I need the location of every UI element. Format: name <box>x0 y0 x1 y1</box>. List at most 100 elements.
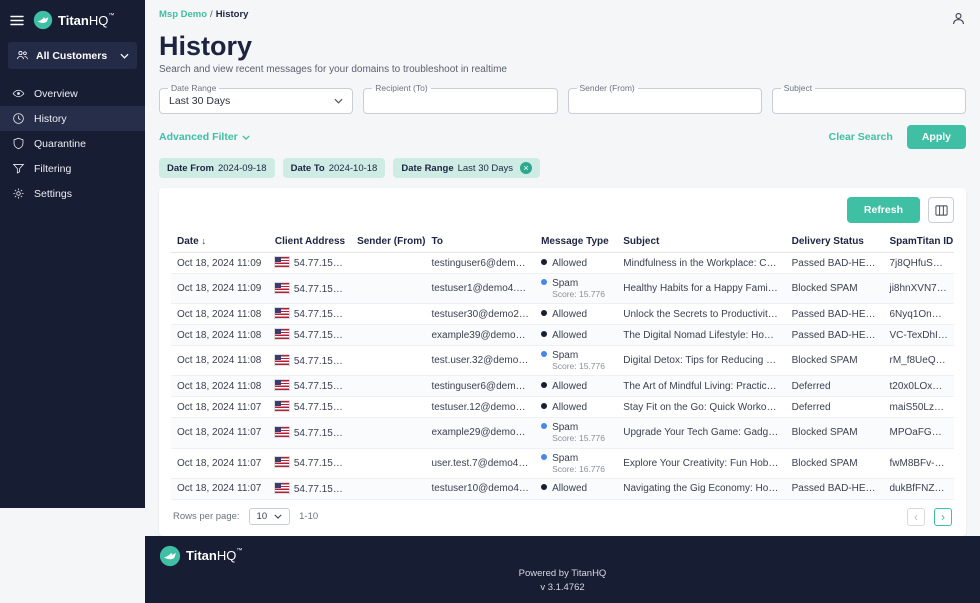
cell-date: Oct 18, 2024 11:08 <box>171 325 269 346</box>
results-card: Refresh Date ↓Client AddressSender (From… <box>159 188 966 536</box>
message-type-dot <box>541 403 547 409</box>
filter-chip: Date RangeLast 30 Days× <box>393 158 540 178</box>
column-header-delivery-status[interactable]: Delivery Status <box>786 231 884 253</box>
cell-sender <box>351 325 425 346</box>
cell-delivery-status: Blocked SPAM <box>786 418 884 448</box>
cell-spamtitan-id: dukBfFNZoQn5 <box>883 478 954 499</box>
table-row[interactable]: Oct 18, 2024 11:0754.77.158.79example29@… <box>171 418 954 448</box>
column-header-date[interactable]: Date ↓ <box>171 231 269 253</box>
table-row[interactable]: Oct 18, 2024 11:0854.77.158.79testuser30… <box>171 304 954 325</box>
table-row[interactable]: Oct 18, 2024 11:0954.77.158.79testuser1@… <box>171 274 954 304</box>
us-flag-icon <box>275 308 289 318</box>
column-settings-button[interactable] <box>928 197 954 223</box>
main-content: Msp Demo/History History Search and view… <box>145 0 980 508</box>
table-row[interactable]: Oct 18, 2024 11:0954.77.158.79testinguse… <box>171 253 954 274</box>
column-header-to[interactable]: To <box>425 231 535 253</box>
sender-input[interactable] <box>578 95 752 107</box>
sidebar-item-quarantine[interactable]: Quarantine <box>0 131 145 156</box>
cell-delivery-status: Passed BAD-HEADER-7 <box>786 304 884 325</box>
customer-selector[interactable]: All Customers <box>8 42 137 69</box>
cell-to: example39@demo2.com <box>425 325 535 346</box>
clock-icon <box>12 112 25 125</box>
table-row[interactable]: Oct 18, 2024 11:0754.77.158.79user.test.… <box>171 448 954 478</box>
sidebar-item-history[interactable]: History <box>0 106 145 131</box>
filter-chips: Date From2024-09-18Date To2024-10-18Date… <box>159 158 966 178</box>
row-range: 1-10 <box>299 511 318 522</box>
cell-delivery-status: Deferred <box>786 397 884 418</box>
subject-input[interactable] <box>782 95 956 107</box>
cell-sender <box>351 304 425 325</box>
cell-sender <box>351 397 425 418</box>
advanced-filter-link[interactable]: Advanced Filter <box>159 131 250 143</box>
message-type-dot <box>541 331 547 337</box>
cell-date: Oct 18, 2024 11:08 <box>171 376 269 397</box>
cell-message-type: SpamScore: 15.776 <box>535 346 617 376</box>
page-subtitle: Search and view recent messages for your… <box>159 64 966 75</box>
refresh-button[interactable]: Refresh <box>847 197 920 223</box>
cell-subject: Stay Fit on the Go: Quick Workouts for B… <box>617 397 785 418</box>
column-header-client-address[interactable]: Client Address <box>269 231 351 253</box>
columns-grid-icon <box>935 204 948 217</box>
chevron-down-icon <box>274 514 282 519</box>
people-icon <box>16 49 29 62</box>
profile-icon[interactable] <box>949 9 968 31</box>
table-row[interactable]: Oct 18, 2024 11:0854.77.158.79testinguse… <box>171 376 954 397</box>
column-header-sender-from-[interactable]: Sender (From) <box>351 231 425 253</box>
cell-message-type: Allowed <box>535 478 617 499</box>
cell-client-address: 54.77.158.79 <box>269 478 351 499</box>
cell-date: Oct 18, 2024 11:07 <box>171 478 269 499</box>
cell-date: Oct 18, 2024 11:09 <box>171 253 269 274</box>
next-page-button[interactable]: › <box>934 508 952 526</box>
cell-subject: Unlock the Secrets to Productivity in 5 … <box>617 304 785 325</box>
prev-page-button[interactable]: ‹ <box>907 508 925 526</box>
chip-close-icon[interactable]: × <box>520 162 532 174</box>
message-type-dot <box>541 423 547 429</box>
cell-delivery-status: Deferred <box>786 376 884 397</box>
cell-sender <box>351 376 425 397</box>
date-range-select[interactable]: Date Range Last 30 Days <box>159 88 353 114</box>
subject-label: Subject <box>781 83 815 93</box>
chevron-down-icon <box>120 53 129 59</box>
table-row[interactable]: Oct 18, 2024 11:0854.77.158.79example39@… <box>171 325 954 346</box>
cell-spamtitan-id: ji8hnXVN7gAH <box>883 274 954 304</box>
chip-label: Date To <box>291 163 325 174</box>
shield-icon <box>12 137 25 150</box>
sidebar-item-filtering[interactable]: Filtering <box>0 156 145 181</box>
message-type-dot <box>541 279 547 285</box>
cell-sender <box>351 418 425 448</box>
sidebar-nav: OverviewHistoryQuarantineFilteringSettin… <box>0 81 145 206</box>
apply-button[interactable]: Apply <box>907 125 966 149</box>
table-row[interactable]: Oct 18, 2024 11:0754.77.158.79testuser.1… <box>171 397 954 418</box>
recipient-input[interactable] <box>373 95 547 107</box>
menu-icon[interactable] <box>10 15 24 26</box>
table-row[interactable]: Oct 18, 2024 11:0854.77.158.79test.user.… <box>171 346 954 376</box>
sidebar: TitanHQ™ All Customers OverviewHistoryQu… <box>0 0 145 508</box>
filter-chip: Date To2024-10-18 <box>283 158 386 178</box>
breadcrumb-parent-link[interactable]: Msp Demo <box>159 9 207 20</box>
eye-icon <box>12 87 25 100</box>
cell-to: testuser.12@demo2.com <box>425 397 535 418</box>
message-type-dot <box>541 382 547 388</box>
column-header-subject[interactable]: Subject <box>617 231 785 253</box>
cell-delivery-status: Blocked SPAM <box>786 346 884 376</box>
clear-search-link[interactable]: Clear Search <box>829 131 893 143</box>
rows-per-page-select[interactable]: 10 <box>249 508 291 525</box>
sidebar-item-settings[interactable]: Settings <box>0 181 145 206</box>
cell-to: example29@demo4.com <box>425 418 535 448</box>
subject-field: Subject <box>772 88 966 114</box>
chevron-down-icon <box>242 135 250 140</box>
table-row[interactable]: Oct 18, 2024 11:0754.77.158.79testuser10… <box>171 478 954 499</box>
footer-brand-text: TitanHQ™ <box>186 548 242 563</box>
cell-client-address: 54.77.158.79 <box>269 253 351 274</box>
sort-desc-icon: ↓ <box>201 236 206 246</box>
cell-subject: The Art of Mindful Living: Practical Tip… <box>617 376 785 397</box>
cell-sender <box>351 448 425 478</box>
breadcrumb-current: History <box>216 9 249 20</box>
column-header-message-type[interactable]: Message Type <box>535 231 617 253</box>
column-header-spamtitan-id[interactable]: SpamTitan ID <box>883 231 954 253</box>
powered-by: Powered by TitanHQ <box>159 567 966 581</box>
cell-sender <box>351 478 425 499</box>
cell-spamtitan-id: VC-TexDhIibg <box>883 325 954 346</box>
cell-to: testinguser6@demo2.com <box>425 376 535 397</box>
sidebar-item-overview[interactable]: Overview <box>0 81 145 106</box>
